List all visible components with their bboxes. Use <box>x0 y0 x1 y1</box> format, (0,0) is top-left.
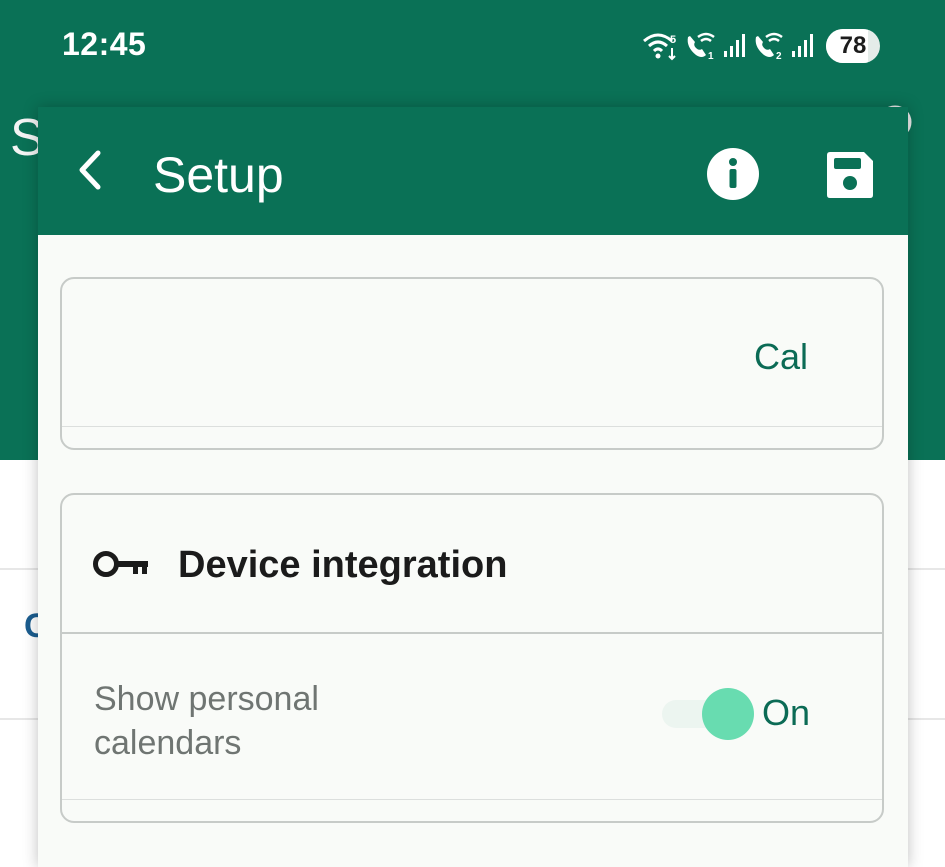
wifi-call-sim2-icon: 2 <box>755 32 783 61</box>
svg-text:1: 1 <box>708 51 714 61</box>
battery-percent: 78 <box>839 32 867 59</box>
toggle-state-label: On <box>762 692 811 733</box>
info-icon[interactable] <box>706 147 760 201</box>
card-inner-divider <box>62 426 882 427</box>
card-inner-divider <box>62 799 882 800</box>
section-title: Device integration <box>178 544 508 586</box>
show-personal-calendars-toggle[interactable] <box>662 688 754 740</box>
back-chevron-icon[interactable] <box>68 145 118 195</box>
device-integration-card: Device integration Show personal calenda… <box>60 493 884 823</box>
svg-text:2: 2 <box>776 51 782 61</box>
dialog-toolbar: Setup <box>38 107 908 235</box>
signal-sim2-icon <box>792 34 813 57</box>
wifi-5-icon: 5 <box>643 33 676 61</box>
show-personal-calendars-label: Show personal calendars <box>94 680 319 762</box>
wifi-call-sim1-icon: 1 <box>687 32 715 61</box>
svg-text:5: 5 <box>670 34 676 46</box>
setup-dialog: Setup Cal Device integration Show person… <box>38 107 908 867</box>
calendar-card[interactable]: Cal <box>60 277 884 450</box>
toggle-thumb[interactable] <box>702 688 754 740</box>
save-floppy-icon[interactable] <box>824 149 876 201</box>
status-time: 12:45 <box>62 26 147 62</box>
battery-icon: 78 <box>826 29 880 63</box>
status-icons: 5 1 2 78 <box>642 26 880 66</box>
section-divider <box>62 632 882 634</box>
calendar-value: Cal <box>753 336 808 377</box>
signal-sim1-icon <box>724 34 745 57</box>
dialog-title: Setup <box>153 147 284 203</box>
key-icon <box>93 551 148 577</box>
